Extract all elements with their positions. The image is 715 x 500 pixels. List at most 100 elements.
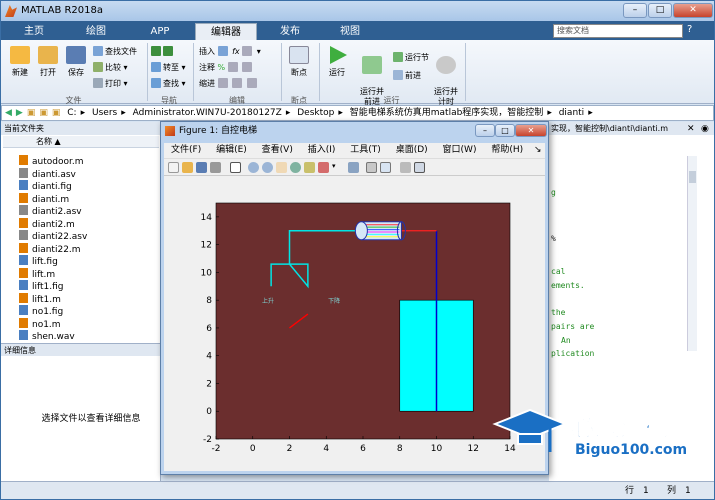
- menu-tools[interactable]: 工具(T): [350, 145, 381, 155]
- smart-indent-icon[interactable]: [217, 78, 228, 88]
- figure-canvas[interactable]: -2 0 2 4 6 8 10 12 14 -2 0 2 4 6 8 10 12 14 上升 下降: [164, 176, 545, 471]
- indent-out-icon[interactable]: [246, 78, 257, 88]
- show-plot-tools-icon[interactable]: [414, 162, 425, 173]
- tab-publish[interactable]: 发布: [259, 23, 321, 40]
- editor-menu-icon[interactable]: ◉: [701, 124, 709, 134]
- address-bar[interactable]: ◀ ▶ ▣ ▣ ▣ C: ▸ Users ▸ Administrator.WIN7U-201…: [1, 105, 714, 121]
- open-button[interactable]: 打开: [35, 46, 61, 78]
- scrollbar-thumb[interactable]: [689, 171, 696, 183]
- file-item[interactable]: lift1.m: [19, 292, 61, 306]
- breadcrumb-item[interactable]: Desktop: [297, 108, 334, 118]
- legend-icon[interactable]: [380, 162, 391, 173]
- indent-button[interactable]: 缩进: [199, 78, 259, 90]
- file-item[interactable]: dianti2.asv: [19, 205, 82, 218]
- print-button[interactable]: 打印 ▾: [93, 78, 128, 90]
- file-item[interactable]: dianti22.asv: [19, 230, 87, 243]
- tab-home[interactable]: 主页: [5, 23, 63, 40]
- find-button[interactable]: 查找 ▾: [151, 78, 186, 90]
- file-item[interactable]: lift.m: [19, 267, 55, 281]
- tab-editor[interactable]: 编辑器: [195, 23, 257, 40]
- file-item[interactable]: lift.fig: [19, 255, 58, 268]
- file-icon: [19, 217, 28, 228]
- folder-icon[interactable]: ▣: [27, 108, 36, 118]
- advance-button[interactable]: 前进: [393, 70, 421, 82]
- menu-insert[interactable]: 插入(I): [308, 145, 336, 155]
- percent-icon[interactable]: %: [218, 63, 226, 72]
- menu-file[interactable]: 文件(F): [171, 145, 201, 155]
- pointer-icon[interactable]: [230, 162, 241, 173]
- tab-apps[interactable]: APP: [129, 23, 191, 40]
- print-icon[interactable]: [210, 162, 221, 173]
- zoom-out-icon[interactable]: [262, 162, 273, 173]
- menu-window[interactable]: 窗口(W): [443, 145, 477, 155]
- file-item[interactable]: dianti.fig: [19, 180, 72, 193]
- back-icon[interactable]: ◀: [5, 108, 12, 118]
- file-item[interactable]: shen.wav: [19, 330, 75, 343]
- editor-scrollbar[interactable]: [687, 156, 697, 351]
- comment-button[interactable]: 注释 %: [199, 62, 254, 74]
- breadcrumb-item[interactable]: Users: [92, 108, 117, 118]
- menu-edit[interactable]: 编辑(E): [216, 145, 247, 155]
- indent-in-icon[interactable]: [232, 78, 243, 88]
- editor-close-icon[interactable]: ✕: [687, 124, 695, 134]
- breadcrumb-item[interactable]: 智能电梯系统仿真用matlab程序实现，智能控制: [350, 108, 544, 118]
- file-item[interactable]: dianti.m: [19, 192, 69, 206]
- save-icon[interactable]: [196, 162, 207, 173]
- up-folder-icon[interactable]: ▣: [39, 108, 48, 118]
- save-button[interactable]: 保存: [63, 46, 89, 78]
- link-plot-icon[interactable]: [348, 162, 359, 173]
- help-icon[interactable]: ?: [687, 24, 692, 35]
- new-figure-icon[interactable]: [168, 162, 179, 173]
- menu-desktop[interactable]: 桌面(D): [396, 145, 428, 155]
- file-item[interactable]: autodoor.m: [19, 155, 83, 168]
- wrap-icon[interactable]: [242, 62, 253, 72]
- brush-dropdown-icon[interactable]: ▾: [332, 162, 338, 173]
- rotate-icon[interactable]: [290, 162, 301, 173]
- run-section-button[interactable]: 运行节: [393, 52, 429, 64]
- file-item[interactable]: no1.fig: [19, 305, 63, 318]
- search-input[interactable]: 搜索文档: [553, 24, 683, 38]
- file-item[interactable]: dianti22.m: [19, 242, 81, 256]
- insert-dropdown-icon[interactable]: [242, 46, 253, 56]
- figure-close-button[interactable]: ✕: [515, 124, 547, 137]
- minimize-button[interactable]: –: [623, 3, 647, 18]
- find-files-button[interactable]: 查找文件: [93, 46, 137, 58]
- compare-button[interactable]: 比较 ▾: [93, 62, 128, 74]
- forward-icon[interactable]: ▶: [16, 108, 23, 118]
- tab-plots[interactable]: 绘图: [65, 23, 127, 40]
- nav-arrows[interactable]: [151, 46, 175, 58]
- insert-button[interactable]: 插入 fx ▾: [199, 46, 261, 58]
- search-icon[interactable]: ⌕: [671, 24, 677, 35]
- file-item[interactable]: dianti2.m: [19, 217, 75, 231]
- hide-plot-tools-icon[interactable]: [400, 162, 411, 173]
- new-button[interactable]: 新建: [7, 46, 33, 78]
- fx-icon[interactable]: fx: [232, 47, 240, 56]
- file-item[interactable]: dianti.asv: [19, 167, 76, 181]
- breadcrumb-item[interactable]: Administrator.WIN7U-20180127Z: [133, 108, 282, 118]
- run-button[interactable]: 运行: [323, 46, 351, 78]
- elevator-plot[interactable]: -2 0 2 4 6 8 10 12 14-202468101214上升 下降: [164, 176, 545, 471]
- menu-view[interactable]: 查看(V): [262, 145, 293, 155]
- tab-view[interactable]: 视图: [321, 23, 379, 40]
- menu-dock-icon[interactable]: ↘: [534, 143, 542, 158]
- brush-icon[interactable]: [318, 162, 329, 173]
- breadcrumb-item[interactable]: C:: [67, 108, 76, 118]
- open-icon[interactable]: [182, 162, 193, 173]
- pan-icon[interactable]: [276, 162, 287, 173]
- figure-minimize-button[interactable]: –: [475, 124, 495, 137]
- data-cursor-icon[interactable]: [304, 162, 315, 173]
- column-header-name[interactable]: 名称 ▲: [3, 136, 159, 148]
- maximize-button[interactable]: □: [648, 3, 672, 18]
- breakpoints-button[interactable]: 断点: [285, 46, 313, 78]
- zoom-in-icon[interactable]: [248, 162, 259, 173]
- goto-button[interactable]: 转至 ▾: [151, 62, 186, 74]
- close-button[interactable]: ✕: [673, 3, 713, 18]
- menu-help[interactable]: 帮助(H): [491, 145, 523, 155]
- file-item[interactable]: no1.m: [19, 317, 61, 331]
- browse-icon[interactable]: ▣: [52, 108, 61, 118]
- colorbar-icon[interactable]: [366, 162, 377, 173]
- breadcrumb-item[interactable]: dianti: [559, 108, 584, 118]
- figure-maximize-button[interactable]: □: [495, 124, 515, 137]
- uncomment-icon[interactable]: [227, 62, 238, 72]
- file-item[interactable]: lift1.fig: [19, 280, 64, 293]
